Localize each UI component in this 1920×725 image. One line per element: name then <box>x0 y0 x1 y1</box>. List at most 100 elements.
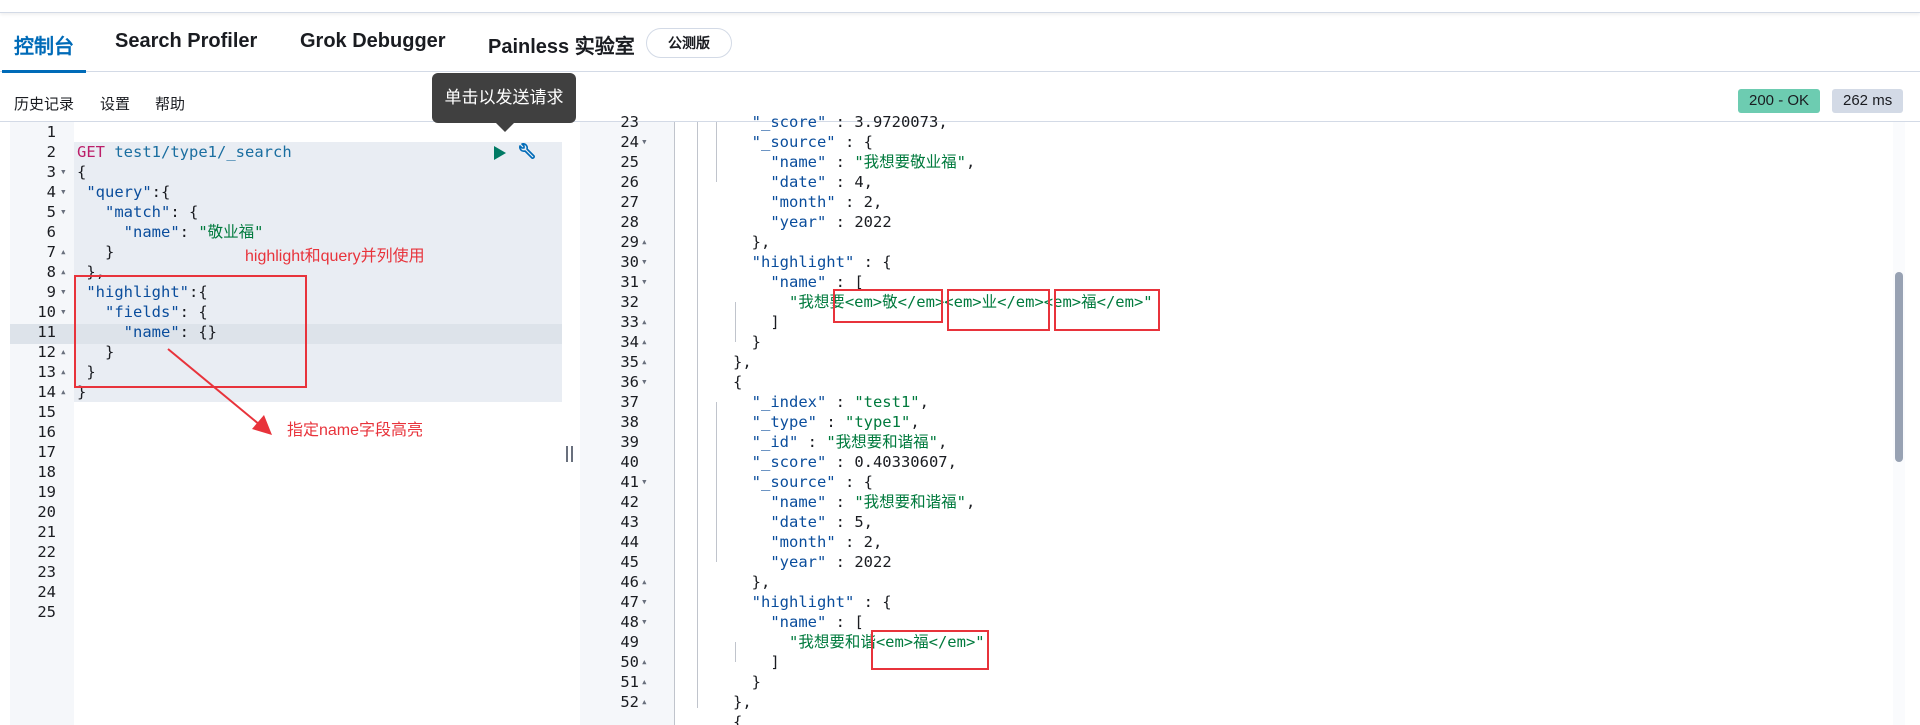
fold-toggle-icon[interactable]: ▾ <box>60 202 72 222</box>
response-scrollbar[interactable] <box>1895 272 1903 462</box>
code-line: "match": { <box>105 203 199 221</box>
fold-toggle-icon[interactable] <box>60 442 72 462</box>
tab-grok-debugger[interactable]: Grok Debugger <box>300 30 446 53</box>
tab-console[interactable]: 控制台 <box>14 30 74 59</box>
fold-toggle-icon[interactable] <box>641 632 653 652</box>
response-fold-markers[interactable]: ▾ ▴ ▾ ▾ ▴ ▴ ▴ ▾ ▾ ▴ ▾ ▾ ▴ ▴ ▴ <box>641 112 653 715</box>
fold-toggle-icon[interactable] <box>641 172 653 192</box>
fold-toggle-icon[interactable] <box>641 492 653 512</box>
indent-guide <box>674 122 675 725</box>
fold-toggle-icon[interactable]: ▾ <box>60 302 72 322</box>
fold-toggle-icon[interactable]: ▾ <box>641 372 653 392</box>
line-number: 51 <box>620 673 639 691</box>
fold-toggle-icon[interactable] <box>60 562 72 582</box>
fold-toggle-icon[interactable] <box>60 142 72 162</box>
fold-toggle-icon[interactable]: ▴ <box>641 672 653 692</box>
fold-toggle-icon[interactable] <box>60 482 72 502</box>
line-number: 30 <box>620 253 639 271</box>
fold-toggle-icon[interactable] <box>641 112 653 132</box>
field-annotation-text: 指定name字段高亮 <box>287 422 424 439</box>
line-number: 8 <box>46 263 56 281</box>
request-fold-markers[interactable]: ▾ ▾ ▾ ▴ ▴ ▾ ▾ ▴ ▴ ▴ <box>60 122 72 622</box>
fold-toggle-icon[interactable] <box>60 582 72 602</box>
code-line: }, <box>677 233 771 251</box>
fold-toggle-icon[interactable] <box>641 432 653 452</box>
status-code-badge: 200 - OK <box>1738 89 1821 113</box>
fold-toggle-icon[interactable]: ▴ <box>641 332 653 352</box>
fold-toggle-icon[interactable] <box>60 522 72 542</box>
help-link[interactable]: 帮助 <box>155 93 185 114</box>
line-number: 49 <box>620 633 639 651</box>
fold-toggle-icon[interactable]: ▴ <box>60 382 72 402</box>
fold-toggle-icon[interactable] <box>641 192 653 212</box>
fold-toggle-icon[interactable]: ▴ <box>641 652 653 672</box>
fold-toggle-icon[interactable]: ▾ <box>641 472 653 492</box>
fold-toggle-icon[interactable] <box>641 292 653 312</box>
play-icon[interactable] <box>493 146 507 160</box>
response-line-numbers: 23 24 25 26 27 28 29 30 31 32 33 34 35 36 37 38 39 40 41 42… <box>605 112 639 715</box>
line-number: 2 <box>46 143 56 161</box>
fold-toggle-icon[interactable]: ▾ <box>641 612 653 632</box>
line-number: 40 <box>620 453 639 471</box>
history-link[interactable]: 历史记录 <box>14 93 74 114</box>
line-number: 12 <box>37 343 56 361</box>
fold-toggle-icon[interactable] <box>60 542 72 562</box>
fold-toggle-icon[interactable]: ▾ <box>60 282 72 302</box>
tab-search-profiler[interactable]: Search Profiler <box>115 30 257 53</box>
em-highlight-box <box>871 630 989 670</box>
fold-toggle-icon[interactable]: ▴ <box>641 232 653 252</box>
fold-toggle-icon[interactable] <box>60 322 72 342</box>
code-line: "month" : 2, <box>770 533 883 551</box>
fold-toggle-icon[interactable] <box>641 512 653 532</box>
fold-toggle-icon[interactable] <box>60 602 72 622</box>
fold-toggle-icon[interactable] <box>60 502 72 522</box>
code-line: { <box>77 163 87 181</box>
fold-toggle-icon[interactable] <box>60 122 72 142</box>
wrench-icon[interactable] <box>516 143 536 163</box>
fold-toggle-icon[interactable]: ▴ <box>641 352 653 372</box>
line-number: 34 <box>620 333 639 351</box>
fold-toggle-icon[interactable]: ▾ <box>641 592 653 612</box>
fold-toggle-icon[interactable]: ▾ <box>641 272 653 292</box>
fold-toggle-icon[interactable]: ▴ <box>60 362 72 382</box>
code-line: { <box>677 713 743 725</box>
fold-toggle-icon[interactable]: ▴ <box>641 692 653 712</box>
code-line: "date" : 4, <box>770 173 874 191</box>
fold-toggle-icon[interactable] <box>60 222 72 242</box>
fold-toggle-icon[interactable] <box>641 532 653 552</box>
fold-toggle-icon[interactable] <box>641 452 653 472</box>
fold-toggle-icon[interactable] <box>641 412 653 432</box>
fold-toggle-icon[interactable]: ▾ <box>641 252 653 272</box>
fold-toggle-icon[interactable] <box>60 462 72 482</box>
fold-toggle-icon[interactable]: ▴ <box>60 262 72 282</box>
pane-resize-handle[interactable] <box>566 446 574 462</box>
fold-toggle-icon[interactable]: ▴ <box>60 342 72 362</box>
line-number: 24 <box>37 583 56 601</box>
fold-toggle-icon[interactable]: ▴ <box>60 242 72 262</box>
em-highlight-box <box>947 289 1050 331</box>
fold-toggle-icon[interactable] <box>641 712 653 715</box>
fold-toggle-icon[interactable] <box>641 392 653 412</box>
line-number: 35 <box>620 353 639 371</box>
top-header-strip <box>0 0 1920 13</box>
settings-link[interactable]: 设置 <box>100 93 130 114</box>
code-line: "_score" : 3.9720073, <box>751 113 948 131</box>
send-request-tooltip: 单击以发送请求 <box>432 73 576 123</box>
line-number: 1 <box>46 123 56 141</box>
fold-toggle-icon[interactable]: ▾ <box>60 162 72 182</box>
fold-toggle-icon[interactable] <box>60 422 72 442</box>
fold-toggle-icon[interactable]: ▴ <box>641 312 653 332</box>
fold-toggle-icon[interactable] <box>60 402 72 422</box>
line-number: 7 <box>46 243 56 261</box>
line-number: 6 <box>46 223 56 241</box>
fold-toggle-icon[interactable] <box>641 552 653 572</box>
tab-painless-lab[interactable]: Painless 实验室 <box>488 30 635 59</box>
highlight-annotation-text: highlight和query并列使用 <box>245 248 425 265</box>
code-line: "year" : 2022 <box>770 213 892 231</box>
fold-toggle-icon[interactable] <box>641 152 653 172</box>
fold-toggle-icon[interactable]: ▴ <box>641 572 653 592</box>
fold-toggle-icon[interactable] <box>641 212 653 232</box>
fold-toggle-icon[interactable]: ▾ <box>641 132 653 152</box>
line-number: 48 <box>620 613 639 631</box>
fold-toggle-icon[interactable]: ▾ <box>60 182 72 202</box>
